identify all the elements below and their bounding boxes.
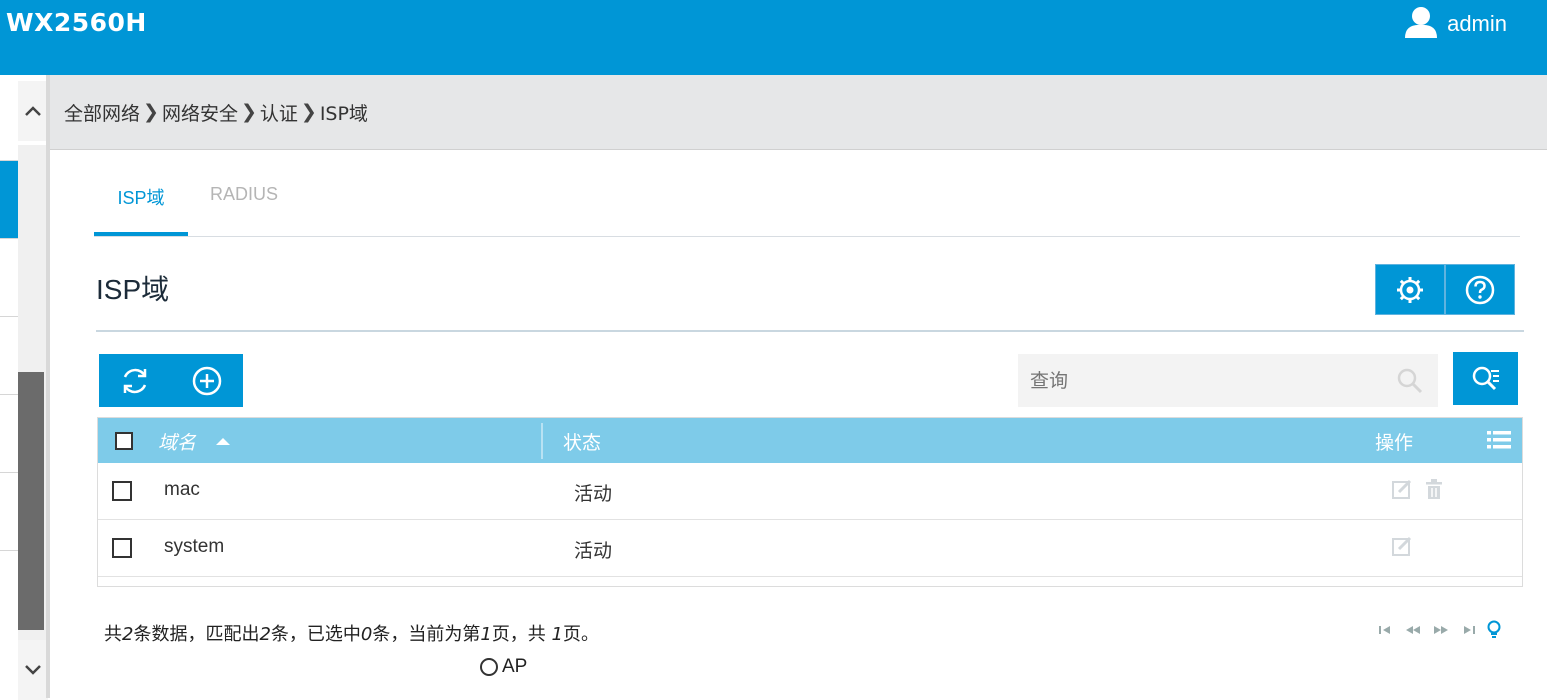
domain-status: 活动	[574, 483, 613, 505]
sidebar-item-active[interactable]	[0, 161, 18, 239]
search-box	[1018, 354, 1438, 407]
breadcrumb-current: ISP域	[319, 102, 368, 125]
breadcrumb-separator: ❯	[240, 101, 257, 123]
breadcrumb-item[interactable]: 网络安全	[162, 99, 238, 126]
isp-domain-table: 域名 状态 操作 mac 活动 system 活动	[97, 417, 1523, 587]
advanced-search-button[interactable]	[1453, 352, 1518, 405]
advanced-search-icon	[1472, 366, 1499, 390]
ap-radio-button[interactable]	[480, 658, 498, 676]
last-page-icon[interactable]	[1460, 624, 1476, 636]
domain-status: 活动	[574, 540, 613, 562]
refresh-button[interactable]	[99, 354, 171, 407]
matched-count: 2	[259, 624, 271, 645]
refresh-icon	[123, 368, 147, 393]
summary-text: 页。	[563, 624, 599, 645]
title-divider	[96, 330, 1524, 332]
chevron-down-icon	[25, 665, 41, 675]
scroll-up-button[interactable]	[18, 81, 48, 141]
sidebar-item[interactable]	[0, 317, 18, 395]
scroll-down-button[interactable]	[18, 640, 48, 700]
help-button[interactable]	[1445, 264, 1515, 315]
ap-radio-option[interactable]: AP	[480, 656, 527, 678]
edit-icon[interactable]	[1391, 478, 1413, 500]
sidebar-scroll-thumb[interactable]	[18, 372, 44, 630]
breadcrumb-separator: ❯	[143, 101, 159, 123]
tab-isp-domain[interactable]: ISP域	[94, 184, 188, 236]
previous-page-icon[interactable]	[1404, 624, 1422, 636]
title-actions	[1375, 264, 1515, 315]
row-checkbox[interactable]	[112, 538, 132, 558]
domain-name: mac	[164, 479, 200, 500]
column-header-domain-name[interactable]: 域名	[158, 428, 196, 455]
top-header: WX2560H admin	[0, 0, 1547, 75]
delete-icon[interactable]	[1423, 478, 1445, 500]
sidebar-item[interactable]	[0, 83, 18, 161]
sidebar-nav	[0, 83, 18, 551]
help-icon	[1465, 275, 1495, 304]
pagination-summary: 共2条数据，匹配出2条，已选中0条，当前为第1页，共 1页。	[104, 620, 599, 646]
sidebar-item[interactable]	[0, 395, 18, 473]
summary-text: 条，已选中	[270, 624, 361, 645]
chevron-up-icon	[25, 106, 41, 116]
lightbulb-icon[interactable]	[1486, 620, 1502, 640]
table-row[interactable]: system 活动	[98, 520, 1522, 577]
summary-text: 条，当前为第	[372, 624, 481, 645]
table-header: 域名 状态 操作	[98, 418, 1522, 463]
breadcrumb-item[interactable]: 认证	[260, 99, 298, 126]
page-title: ISP域	[96, 274, 170, 305]
column-list-icon[interactable]	[1487, 430, 1511, 455]
user-icon	[1403, 4, 1439, 44]
plus-circle-icon	[192, 366, 222, 395]
gear-icon	[1397, 276, 1423, 303]
user-menu[interactable]: admin	[1403, 4, 1507, 44]
breadcrumb-separator: ❯	[300, 101, 317, 123]
summary-text: 页，共	[491, 624, 552, 645]
row-checkbox[interactable]	[112, 481, 132, 501]
column-header-operation: 操作	[1375, 432, 1414, 454]
selected-count: 0	[360, 624, 373, 645]
breadcrumb-item[interactable]: 全部网络	[64, 99, 140, 126]
search-input[interactable]	[1018, 354, 1378, 407]
tab-bar: ISP域 RADIUS	[94, 170, 1520, 237]
sort-ascending-icon[interactable]	[216, 438, 230, 445]
column-resize-handle[interactable]	[541, 423, 543, 459]
row-actions	[1391, 535, 1413, 557]
summary-text: 共	[104, 624, 122, 645]
row-actions	[1391, 478, 1445, 500]
domain-name: system	[164, 536, 225, 557]
table-toolbar	[99, 354, 243, 407]
pagination-controls	[1378, 620, 1502, 640]
sidebar-item[interactable]	[0, 239, 18, 317]
ap-label: AP	[502, 656, 528, 677]
add-button[interactable]	[171, 354, 243, 407]
edit-icon[interactable]	[1391, 535, 1413, 557]
current-page: 1	[480, 624, 492, 645]
total-count: 2	[122, 624, 134, 645]
column-header-status: 状态	[563, 432, 602, 454]
next-page-icon[interactable]	[1432, 624, 1450, 636]
table-row[interactable]: mac 活动	[98, 463, 1522, 520]
first-page-icon[interactable]	[1378, 624, 1394, 636]
sidebar-item[interactable]	[0, 473, 18, 551]
device-name: WX2560H	[6, 8, 147, 37]
tab-radius[interactable]: RADIUS	[210, 184, 278, 205]
total-pages: 1	[551, 624, 563, 645]
search-icon[interactable]	[1396, 367, 1424, 399]
sidebar-divider	[46, 75, 50, 698]
left-sidebar	[0, 75, 50, 700]
settings-button[interactable]	[1375, 264, 1445, 315]
user-name[interactable]: admin	[1447, 11, 1507, 37]
breadcrumb: 全部网络 ❯ 网络安全 ❯ 认证 ❯ ISP域	[50, 75, 1547, 150]
select-all-checkbox[interactable]	[115, 432, 133, 450]
summary-text: 条数据，匹配出	[133, 624, 260, 645]
